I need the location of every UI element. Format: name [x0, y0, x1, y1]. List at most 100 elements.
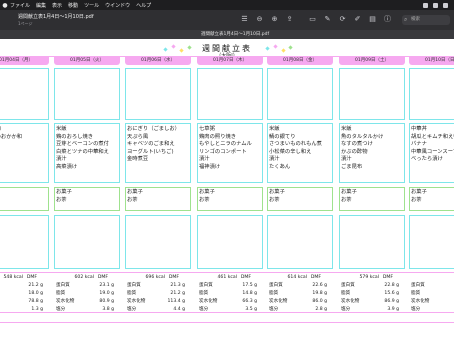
nutrient-value: 14.8 g: [242, 290, 257, 296]
menu-help[interactable]: ヘルプ: [136, 2, 151, 9]
nutrition-block: 548 kcal DMF 21.2 g 18.0 g 78.8 g 1.3 g: [0, 274, 47, 313]
lunch-item: 中華丼: [411, 126, 427, 132]
snack-item: お菓子: [411, 189, 427, 195]
status-icon[interactable]: [433, 2, 438, 8]
menu-view[interactable]: 表示: [52, 2, 62, 9]
nutrient-value: 22.6 g: [312, 282, 327, 288]
lunch-item: たくあん: [269, 163, 291, 170]
nutrition-row: 炭水化物 66.3 g: [199, 298, 261, 306]
share-icon[interactable]: ⇪: [285, 15, 294, 24]
zoom-out-icon[interactable]: ⊖: [255, 15, 264, 24]
nutrition-row: 炭水化物 86.9 g: [341, 298, 403, 306]
lunch-item: 米飯: [269, 126, 280, 132]
day-header: 01月07日（木）: [197, 56, 263, 65]
apple-menu-icon[interactable]: ●: [0, 2, 10, 9]
lunch-item: べったら漬け: [411, 156, 443, 162]
breakfast-cell: [54, 68, 120, 120]
dinner-cell: [409, 215, 454, 269]
snack-item: お菓子: [341, 189, 357, 195]
window-title: 週間献立表1月4日～1月10日.pdf: [18, 14, 94, 20]
breakfast-cell: [409, 68, 454, 120]
dinner-cell: [0, 215, 49, 269]
nutrition-kcal-row: 461 kcal DMF: [199, 274, 261, 282]
nutrition-row: 蛋白質 17.5 g: [199, 282, 261, 290]
nutrient-value: 80.9 g: [99, 298, 114, 304]
nutrient-label: 脂質: [411, 290, 421, 296]
menu-window[interactable]: ウインドウ: [105, 2, 130, 9]
nutrition-row: 蛋白質 22.6 g: [269, 282, 331, 290]
nutrient-label: 脂質: [269, 290, 279, 296]
list-icon[interactable]: ☰: [240, 15, 249, 24]
snack-item: お菓子: [56, 189, 72, 195]
snack-items: お菓子 お茶: [56, 189, 72, 204]
markup-icon[interactable]: ✎: [323, 15, 332, 24]
nutrient-label: 蛋白質: [199, 282, 213, 288]
nutrition-kcal-row: 579 kcal DMF: [341, 274, 403, 282]
status-icon[interactable]: [423, 2, 428, 8]
nutrition-prefix: DMF: [382, 275, 393, 280]
nutrient-label: 脂質: [341, 290, 351, 296]
nutrient-value: 15.6 g: [384, 290, 399, 296]
nutrient-value: 23.1 g: [99, 282, 114, 288]
lunch-item: 炒め物: [0, 126, 22, 134]
zoom-in-icon[interactable]: ⊕: [270, 15, 279, 24]
snack-item: お茶: [56, 196, 67, 203]
nutrition-row: 脂質 19.0 g: [56, 290, 118, 298]
pdf-page: 週間献立表 （大阪Ⅰ） 01月04日（月）炒め物人参のおかか和醤油548 kca…: [0, 39, 454, 341]
nutrition-kcal-row: 548 kcal DMF: [0, 274, 47, 282]
menu-tools[interactable]: ツール: [84, 2, 99, 9]
status-icon[interactable]: [443, 2, 448, 8]
lunch-item: 豆芽とベーコンの煮付: [56, 141, 109, 147]
lunch-item: なすの煮つけ: [341, 141, 373, 147]
document-tab[interactable]: 週間献立表1月4日～1月10日.pdf: [201, 31, 269, 38]
snack-items: お菓子 お茶: [127, 189, 143, 204]
lunch-items: 米飯 魚のタルタルかけ なすの煮つけ かぶの酢物 漬汁 ごま昆布: [341, 126, 383, 171]
nutrient-value: 21.2 g: [28, 282, 43, 288]
lunch-item: 中華風コーンスープ: [411, 148, 454, 155]
lunch-item: 漬汁: [199, 156, 210, 162]
nutrient-value: 66.3 g: [242, 298, 257, 304]
day-header: 01月06日（水）: [125, 56, 191, 65]
snack-cell: [0, 187, 49, 211]
snack-item: お茶: [341, 196, 352, 203]
lunch-items: 米飯 鶏のおろし焼き 豆芽とベーコンの煮付 白菜とツナの中華和え 漬汁 高菜漬け: [56, 126, 109, 171]
rotate-icon[interactable]: ⟳: [338, 15, 347, 24]
nutrition-block: 696 kcal DMF 蛋白質 21.3 g 脂質 21.2 g 炭水化物 113.4 g塩…: [127, 274, 189, 313]
day-header: 01月10日（日）: [409, 56, 454, 65]
nutrient-label: 蛋白質: [127, 282, 141, 288]
nutrition-row: 炭水化物: [411, 298, 454, 306]
lunch-item: バナナ: [411, 141, 427, 147]
nutrition-row: 炭水化物 80.9 g: [56, 298, 118, 306]
menu-file[interactable]: ファイル: [10, 2, 30, 9]
nutrient-value: 86.9 g: [384, 298, 399, 304]
lunch-item: 胡瓜とキムチ和え物: [411, 133, 454, 140]
nutrition-prefix: DMF: [168, 275, 179, 280]
menu-edit[interactable]: 編集: [36, 2, 46, 9]
nutrition-block: 461 kcal DMF 蛋白質 17.5 g 脂質 14.8 g 炭水化物 66.3 g 塩分…: [199, 274, 261, 313]
nutrient-label: 炭水化物: [269, 298, 288, 304]
lunch-item: 小松菜の辛し和え: [269, 148, 312, 155]
nutrition-row: 脂質: [411, 290, 454, 298]
lunch-item: ヨーグルト(いちご): [127, 148, 174, 155]
sign-icon[interactable]: ✐: [353, 15, 362, 24]
lunch-item: 高菜漬け: [56, 163, 78, 170]
nutrient-value: 22.8 g: [384, 282, 399, 288]
form-icon[interactable]: ▤: [368, 15, 377, 24]
highlight-icon[interactable]: ▭: [308, 15, 317, 24]
nutrition-row: 21.2 g: [0, 282, 47, 290]
info-icon[interactable]: ⓘ: [383, 15, 392, 24]
kcal-value: 696 kcal: [145, 275, 165, 280]
nutrient-label: 炭水化物: [56, 298, 75, 304]
lunch-item: 鶏肉の照り焼き: [199, 133, 237, 140]
nutrition-row: 蛋白質: [411, 282, 454, 290]
lunch-item: 金時煮豆: [127, 156, 149, 162]
nutrient-value: 19.8 g: [312, 290, 327, 296]
dinner-cell: [54, 215, 120, 269]
nutrition-kcal-row: [411, 274, 454, 282]
day-header: 01月09日（土）: [339, 56, 405, 65]
snack-item: お菓子: [269, 189, 285, 195]
dinner-cell: [197, 215, 263, 269]
search-field[interactable]: ⌕ 検索: [402, 15, 450, 25]
nutrient-value: 17.5 g: [242, 282, 257, 288]
menu-go[interactable]: 移動: [68, 2, 78, 9]
